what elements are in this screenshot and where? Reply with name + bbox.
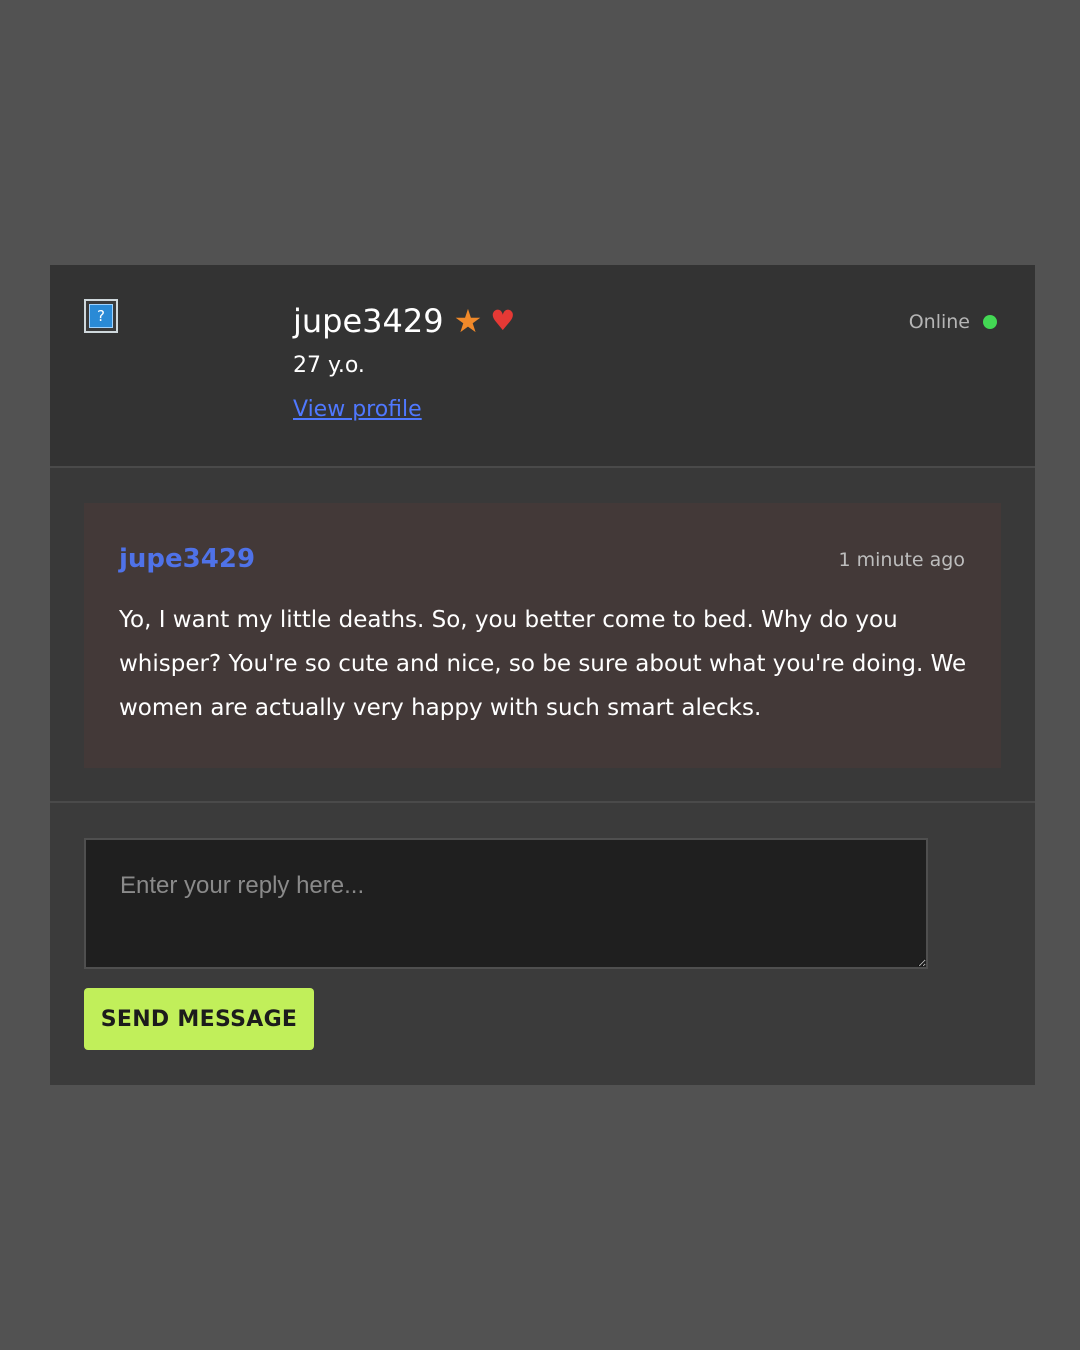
- message-body: Yo, I want my little deaths. So, you bet…: [119, 607, 967, 721]
- online-dot-icon: [983, 315, 997, 329]
- send-message-button[interactable]: SEND MESSAGE: [84, 988, 314, 1050]
- profile-header: ? jupe3429 ★ ♥ 27 y.o. View profile Onli…: [50, 265, 1035, 468]
- conversation-card: ? jupe3429 ★ ♥ 27 y.o. View profile Onli…: [50, 265, 1035, 1085]
- online-status: Online: [909, 309, 997, 335]
- status-label: Online: [908, 311, 970, 333]
- view-profile-link[interactable]: View profile: [293, 395, 422, 425]
- message-bubble: jupe3429 1 minute ago Yo, I want my litt…: [84, 503, 1001, 768]
- message-thread: jupe3429 1 minute ago Yo, I want my litt…: [50, 468, 1035, 803]
- message-timestamp: 1 minute ago: [838, 549, 965, 571]
- reply-textarea[interactable]: [84, 838, 928, 969]
- profile-age: 27 y.o.: [293, 353, 365, 378]
- reply-section: SEND MESSAGE: [50, 803, 1035, 1085]
- heart-icon: ♥: [490, 304, 516, 337]
- profile-username: jupe3429: [293, 302, 444, 340]
- star-icon: ★: [453, 302, 483, 340]
- profile-username-row: jupe3429 ★ ♥: [293, 299, 515, 343]
- message-author[interactable]: jupe3429: [119, 541, 255, 577]
- broken-image-icon: ?: [89, 304, 113, 328]
- avatar[interactable]: ?: [84, 299, 118, 333]
